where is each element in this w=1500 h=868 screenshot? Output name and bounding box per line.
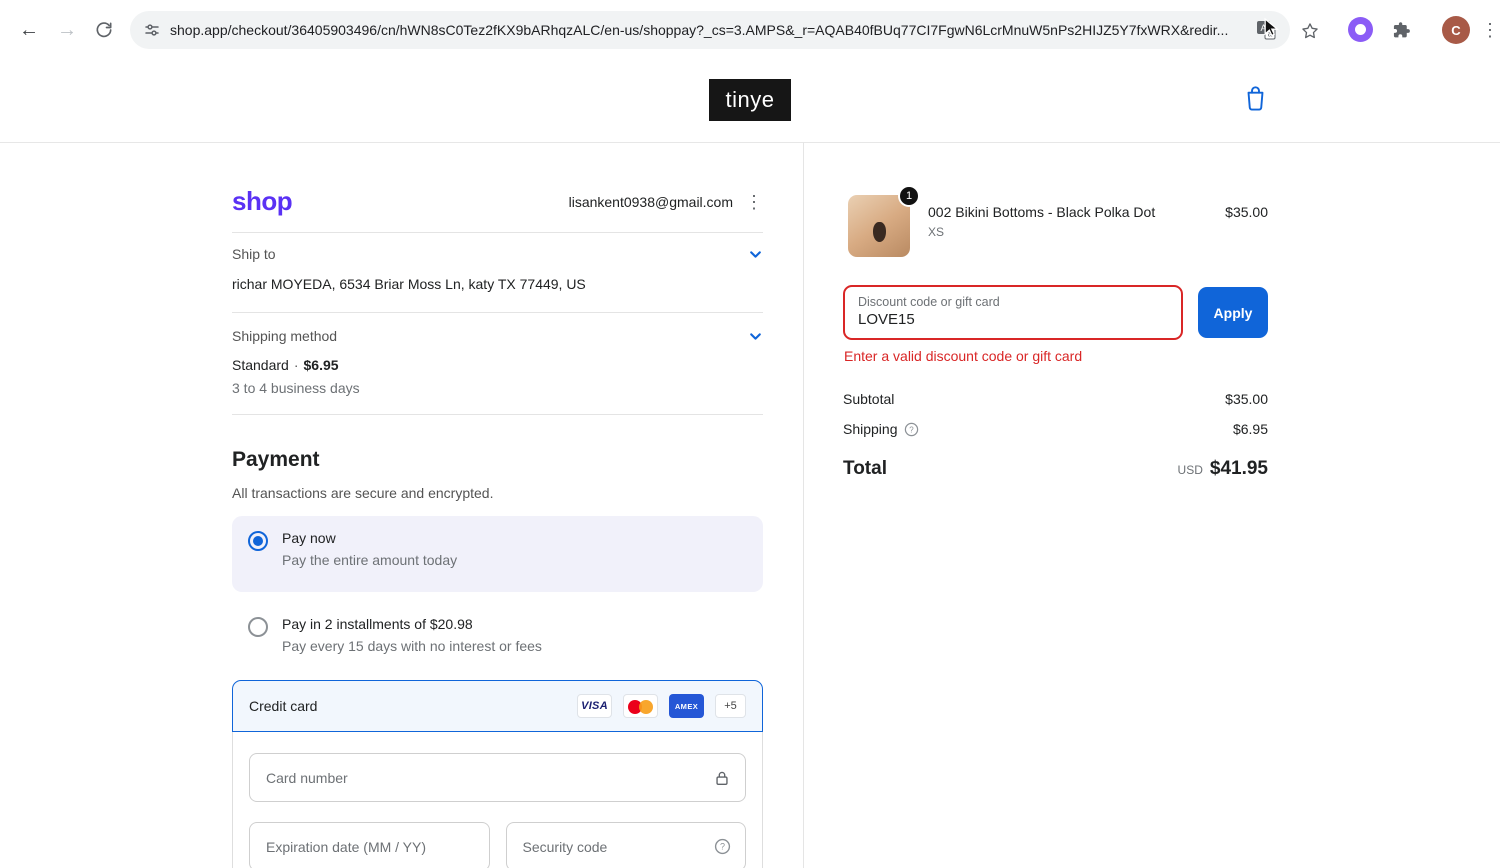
pay-now-label: Pay now <box>282 530 336 546</box>
site-header: tinye <box>0 60 1500 143</box>
store-logo[interactable]: tinye <box>709 79 791 121</box>
subtotal-row: Subtotal $35.00 <box>843 391 1268 407</box>
shipping-method-row[interactable]: Shipping method <box>232 328 763 344</box>
card-number-input[interactable] <box>264 768 705 787</box>
product-image <box>848 195 910 257</box>
pay-now-option[interactable]: Pay now Pay the entire amount today <box>232 516 763 592</box>
quantity-badge: 1 <box>898 185 920 207</box>
security-code-input[interactable] <box>520 837 706 856</box>
credit-card-label: Credit card <box>249 698 318 714</box>
svg-text:a: a <box>1268 30 1273 39</box>
shipping-method-chevron-icon[interactable] <box>748 329 763 344</box>
installments-description: Pay every 15 days with no interest or fe… <box>282 638 542 654</box>
forward-icon: → <box>57 19 77 41</box>
ship-to-chevron-icon[interactable] <box>748 247 763 262</box>
shipping-method-label: Shipping method <box>232 328 338 344</box>
credit-card-section: Credit card VISA AMEX +5 Card number Exp… <box>232 680 763 868</box>
bookmark-button[interactable] <box>1298 19 1322 43</box>
divider <box>232 312 763 313</box>
credit-card-form: ? <box>232 732 763 868</box>
svg-text:?: ? <box>720 842 725 852</box>
visa-icon: VISA <box>577 694 612 718</box>
store-logo-text: tinye <box>725 87 775 112</box>
credit-card-method-header[interactable]: Credit card VISA AMEX +5 <box>232 680 763 732</box>
puzzle-icon <box>1393 22 1410 38</box>
star-icon <box>1302 23 1318 39</box>
shipping-method-name: Standard <box>232 357 289 373</box>
url-text: shop.app/checkout/36405903496/cn/hWN8sC0… <box>170 22 1229 38</box>
shipping-value: $6.95 <box>1232 421 1268 437</box>
shop-pay-account-row: shop lisankent0938@gmail.com ⋮ <box>232 186 763 217</box>
more-brands-badge: +5 <box>715 694 746 718</box>
extension-icon-purple[interactable] <box>1348 17 1373 42</box>
browser-menu-button[interactable]: ⋮ <box>1481 18 1499 42</box>
total-label: Total <box>843 458 887 479</box>
address-bar[interactable]: shop.app/checkout/36405903496/cn/hWN8sC0… <box>130 11 1290 49</box>
total-value: $41.95 <box>1209 458 1268 479</box>
discount-input-label: Discount code or gift card <box>858 295 1000 309</box>
total-row: Total USD $41.95 <box>843 458 1268 480</box>
payment-section-subtitle: All transactions are secure and encrypte… <box>232 485 494 501</box>
forward-button[interactable]: → <box>50 13 84 47</box>
site-info-icon[interactable] <box>144 22 160 38</box>
ship-to-label: Ship to <box>232 246 276 262</box>
installments-label: Pay in 2 installments of $20.98 <box>282 616 473 632</box>
column-divider <box>803 142 804 868</box>
cart-button[interactable] <box>1242 83 1269 118</box>
shipping-method-separator: · <box>293 357 299 373</box>
translate-icon[interactable]: A a <box>1256 20 1276 40</box>
expiration-input[interactable] <box>264 837 475 856</box>
card-brand-icons: VISA AMEX +5 <box>577 694 746 718</box>
reload-button[interactable] <box>87 13 121 47</box>
browser-toolbar: ← → shop.app/checkout/36405903496/cn/hWN… <box>0 0 1500 61</box>
ship-to-row[interactable]: Ship to <box>232 246 763 262</box>
divider <box>232 232 763 233</box>
kebab-menu-icon: ⋮ <box>1481 20 1499 40</box>
installments-option[interactable]: Pay in 2 installments of $20.98 Pay ever… <box>232 602 763 666</box>
card-number-field[interactable] <box>249 753 746 802</box>
payment-section-title: Payment <box>232 448 320 471</box>
product-name: 002 Bikini Bottoms - Black Polka Dot <box>928 204 1156 220</box>
back-icon: ← <box>19 19 39 41</box>
back-button[interactable]: ← <box>12 13 46 47</box>
shipping-row: Shipping ? $6.95 <box>843 421 1268 437</box>
amex-icon: AMEX <box>669 694 704 718</box>
subtotal-label: Subtotal <box>843 391 895 407</box>
discount-input[interactable]: Discount code or gift card LOVE15 <box>843 285 1183 340</box>
expiration-field[interactable] <box>249 822 490 868</box>
apply-button[interactable]: Apply <box>1198 287 1268 338</box>
account-menu-button[interactable]: ⋮ <box>745 193 763 211</box>
currency-code: USD <box>1177 463 1203 477</box>
subtotal-value: $35.00 <box>1225 391 1268 407</box>
profile-avatar[interactable]: C <box>1442 16 1470 44</box>
shopping-bag-icon <box>1247 86 1264 111</box>
shipping-help-icon[interactable]: ? <box>904 422 919 437</box>
shipping-method-price: $6.95 <box>303 357 339 373</box>
line-item: 002 Bikini Bottoms - Black Polka Dot $35… <box>928 204 1268 239</box>
extensions-button[interactable] <box>1390 18 1414 42</box>
pay-now-description: Pay the entire amount today <box>282 552 458 568</box>
security-code-help-icon[interactable]: ? <box>714 838 731 855</box>
installments-radio[interactable] <box>248 617 268 637</box>
svg-text:?: ? <box>909 425 914 434</box>
discount-input-value: LOVE15 <box>858 311 915 328</box>
divider <box>232 414 763 415</box>
account-email: lisankent0938@gmail.com <box>568 193 733 210</box>
product-variant: XS <box>928 225 945 239</box>
shipping-label: Shipping <box>843 421 898 437</box>
shipping-eta: 3 to 4 business days <box>232 380 360 396</box>
screen: ← → shop.app/checkout/36405903496/cn/hWN… <box>0 0 1500 868</box>
lock-icon <box>713 769 731 787</box>
product-price: $35.00 <box>1225 204 1268 220</box>
avatar-initial: C <box>1442 16 1470 44</box>
shop-pay-logo: shop <box>232 186 293 216</box>
pay-now-radio[interactable] <box>248 531 268 551</box>
discount-error-message: Enter a valid discount code or gift card <box>844 348 1083 364</box>
reload-icon <box>96 22 112 38</box>
security-code-field[interactable]: ? <box>505 822 746 868</box>
shipping-method-selection: Standard · $6.95 <box>232 357 339 373</box>
shipping-address: richar MOYEDA, 6534 Briar Moss Ln, katy … <box>232 276 586 292</box>
mastercard-icon <box>623 694 658 718</box>
